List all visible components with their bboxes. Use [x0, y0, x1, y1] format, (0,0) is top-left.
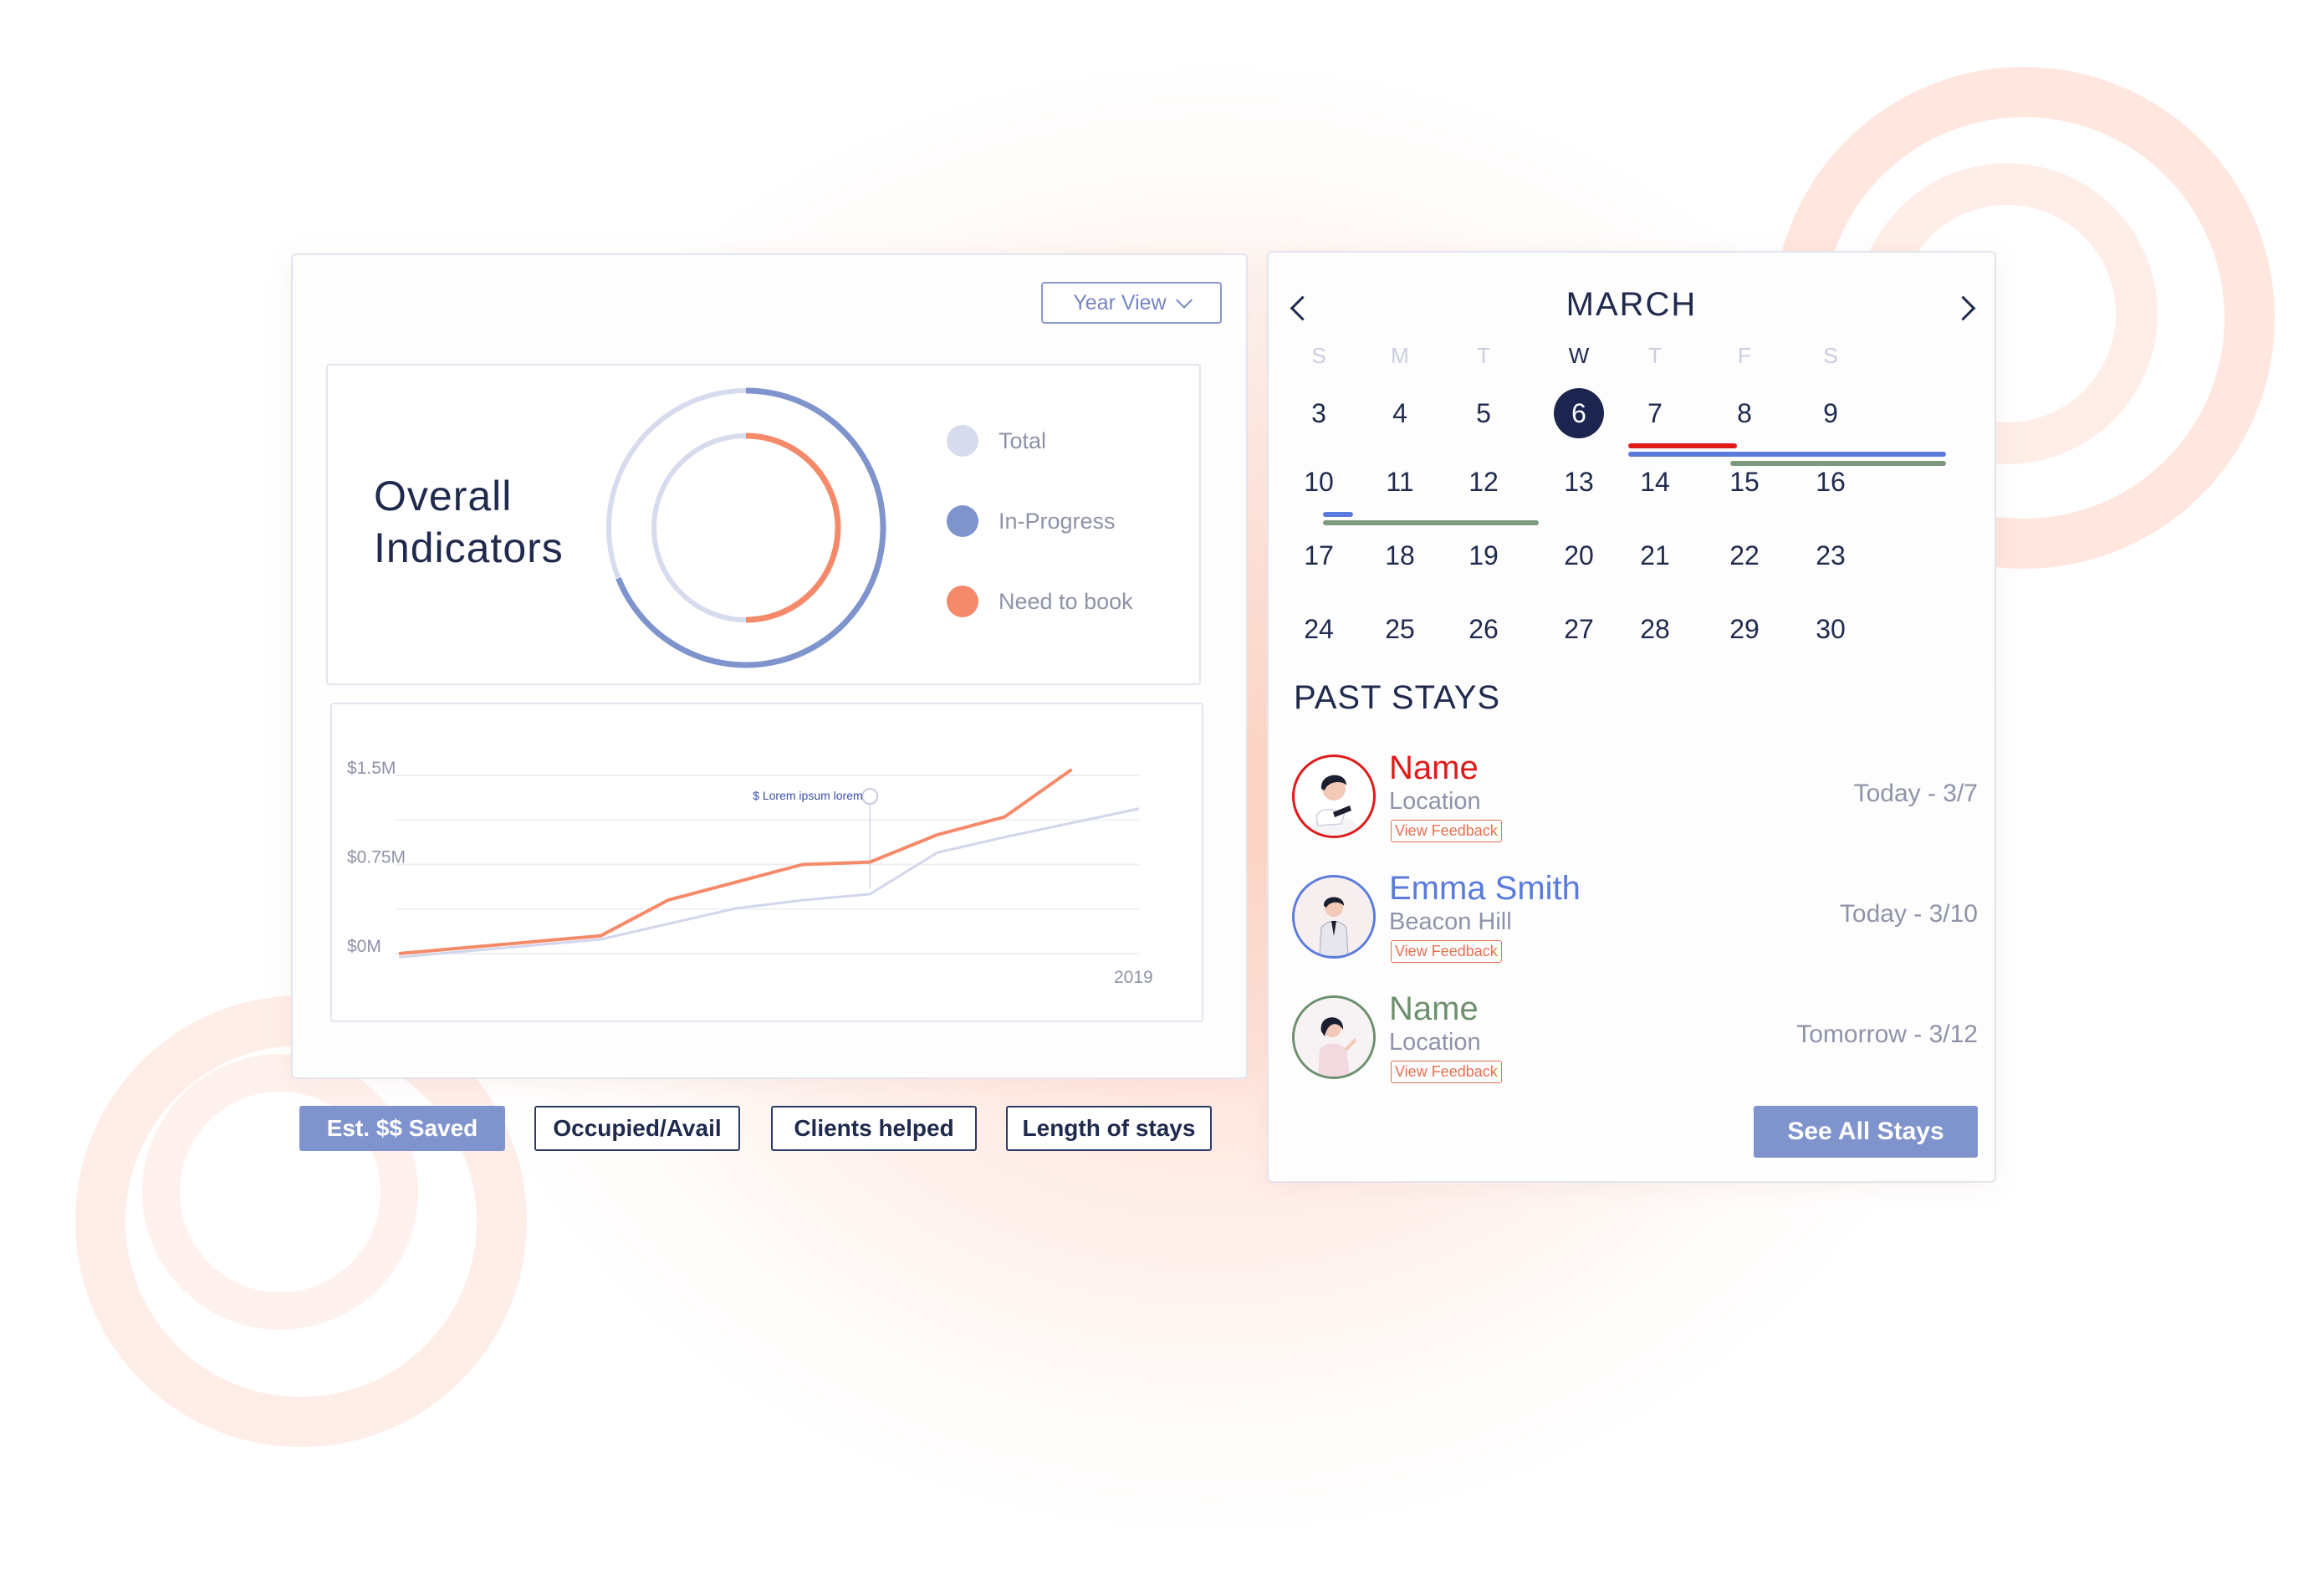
- stay-location: Location: [1389, 1029, 1481, 1056]
- see-all-stays-button[interactable]: See All Stays: [1754, 1106, 1978, 1158]
- stay-location: Location: [1389, 788, 1481, 815]
- avatar: [1292, 995, 1376, 1079]
- weekday-label: F: [1738, 343, 1751, 368]
- annotation-marker: [861, 788, 879, 805]
- calendar-day[interactable]: 26: [1458, 604, 1509, 654]
- legend-dot: [947, 505, 978, 537]
- stay-range-bar-blue: [1323, 512, 1353, 517]
- stay-date: Tomorrow - 3/12: [1796, 1021, 1978, 1048]
- legend-item-in-progress: In-Progress: [947, 504, 1133, 538]
- stay-date: Today - 3/7: [1853, 780, 1978, 807]
- view-feedback-link[interactable]: View Feedback: [1391, 820, 1502, 842]
- indicators-title: Overall Indicators: [374, 470, 564, 574]
- y-tick-label: $0M: [347, 937, 381, 956]
- avatar: [1292, 755, 1376, 838]
- calendar-day[interactable]: 22: [1719, 530, 1770, 581]
- weekday-label: S: [1823, 343, 1838, 368]
- year-view-dropdown[interactable]: Year View: [1041, 282, 1222, 324]
- tab-length-of-stays[interactable]: Length of stays: [1006, 1106, 1212, 1151]
- calendar-day[interactable]: 17: [1294, 530, 1344, 581]
- weekday-label: T: [1648, 343, 1662, 368]
- calendar-day[interactable]: 7: [1630, 388, 1680, 438]
- donut-inner-arc: [745, 432, 841, 623]
- person-illustration-icon: [1295, 877, 1373, 956]
- overview-card: Year View Overall Indicators Total In-Pr…: [291, 253, 1248, 1079]
- indicators-legend: Total In-Progress Need to book: [947, 424, 1133, 665]
- y-tick-label: $1.5M: [347, 759, 396, 778]
- calendar-day[interactable]: 10: [1294, 457, 1344, 507]
- series-line-0: [398, 768, 1073, 955]
- avatar: [1292, 875, 1376, 959]
- calendar-day[interactable]: 13: [1554, 457, 1604, 507]
- calendar-day[interactable]: 3: [1294, 388, 1344, 438]
- weekday-label: S: [1311, 343, 1326, 368]
- calendar-day[interactable]: 8: [1719, 388, 1770, 438]
- view-feedback-link[interactable]: View Feedback: [1391, 1061, 1502, 1083]
- tab-occupied-avail[interactable]: Occupied/Avail: [534, 1106, 740, 1151]
- calendar-day[interactable]: 4: [1375, 388, 1425, 438]
- stay-date: Today - 3/10: [1839, 900, 1978, 928]
- view-feedback-link[interactable]: View Feedback: [1391, 940, 1502, 963]
- calendar-day[interactable]: 9: [1806, 388, 1856, 438]
- legend-label: In-Progress: [999, 508, 1116, 534]
- stay-item[interactable]: Emma Smith Beacon Hill View Feedback Tod…: [1292, 870, 1978, 967]
- legend-dot: [947, 586, 978, 617]
- tab-clients-helped[interactable]: Clients helped: [771, 1106, 977, 1151]
- past-stays-title: PAST STAYS: [1294, 679, 1501, 716]
- legend-dot: [947, 425, 978, 457]
- stay-name: Emma Smith: [1389, 870, 1581, 907]
- line-chart-svg: $1.5M $0.75M $0M 2019 $ Lorem ipsum lorem: [347, 759, 1153, 987]
- tab-est-saved[interactable]: Est. $$ Saved: [299, 1106, 505, 1151]
- weekday-label: W: [1568, 343, 1590, 368]
- calendar-day[interactable]: 24: [1294, 604, 1344, 654]
- calendar-day[interactable]: 19: [1458, 530, 1509, 581]
- calendar-day[interactable]: 30: [1806, 604, 1856, 654]
- calendar-day[interactable]: 25: [1375, 604, 1425, 654]
- weekday-label: M: [1391, 343, 1409, 368]
- calendar-card: MARCH S M T W T F S 3 4 5 6 7 8 9 10 11 12 13 14 15 16 17 18 19…: [1267, 251, 1996, 1183]
- stay-range-bar-blue: [1628, 452, 1946, 457]
- indicators-donut-chart: [606, 387, 886, 668]
- stay-range-bar-green: [1730, 461, 1946, 466]
- stay-item[interactable]: Name Location View Feedback Tomorrow - 3…: [1292, 990, 1978, 1087]
- calendar-day[interactable]: 21: [1630, 530, 1680, 581]
- calendar-day[interactable]: 14: [1630, 457, 1680, 507]
- year-view-label: Year View: [1073, 290, 1167, 315]
- calendar-day[interactable]: 23: [1806, 530, 1856, 581]
- stay-item[interactable]: Name Location View Feedback Today - 3/7: [1292, 749, 1978, 847]
- weekday-label: T: [1477, 343, 1490, 368]
- legend-label: Total: [999, 427, 1047, 453]
- donut-outer-arc: [615, 387, 886, 668]
- legend-item-total: Total: [947, 424, 1133, 458]
- x-tick-label: 2019: [1114, 968, 1153, 987]
- calendar-day[interactable]: 18: [1375, 530, 1425, 581]
- indicators-panel: Overall Indicators Total In-Progress Nee…: [326, 364, 1201, 685]
- y-tick-label: $0.75M: [347, 848, 406, 867]
- indicators-title-line1: Overall: [374, 473, 513, 519]
- stay-location: Beacon Hill: [1389, 908, 1512, 935]
- calendar-day[interactable]: 28: [1630, 604, 1680, 654]
- person-illustration-icon: [1295, 998, 1373, 1077]
- savings-line-chart: $1.5M $0.75M $0M 2019 $ Lorem ipsum lorem: [330, 703, 1203, 1022]
- legend-item-need-to-book: Need to book: [947, 585, 1133, 618]
- chevron-down-icon: [1175, 292, 1193, 309]
- stay-range-bar-green: [1323, 520, 1539, 525]
- calendar-day[interactable]: 6: [1554, 388, 1604, 438]
- series-line-1: [398, 807, 1140, 959]
- calendar-day[interactable]: 11: [1375, 457, 1425, 507]
- person-illustration-icon: [1310, 775, 1357, 836]
- calendar-day[interactable]: 20: [1554, 530, 1604, 581]
- annotation-label: $ Lorem ipsum lorem: [753, 789, 863, 802]
- calendar-day[interactable]: 29: [1719, 604, 1770, 654]
- calendar-month: MARCH: [1566, 286, 1698, 323]
- decorative-ring: [142, 1054, 418, 1330]
- calendar-day[interactable]: 27: [1554, 604, 1604, 654]
- stay-range-bar-red: [1628, 443, 1737, 448]
- calendar-day[interactable]: 5: [1458, 388, 1509, 438]
- legend-label: Need to book: [999, 588, 1133, 614]
- stay-name: Name: [1389, 990, 1479, 1027]
- stay-name: Name: [1389, 749, 1479, 786]
- indicators-title-line2: Indicators: [374, 524, 564, 571]
- calendar-day[interactable]: 12: [1458, 457, 1509, 507]
